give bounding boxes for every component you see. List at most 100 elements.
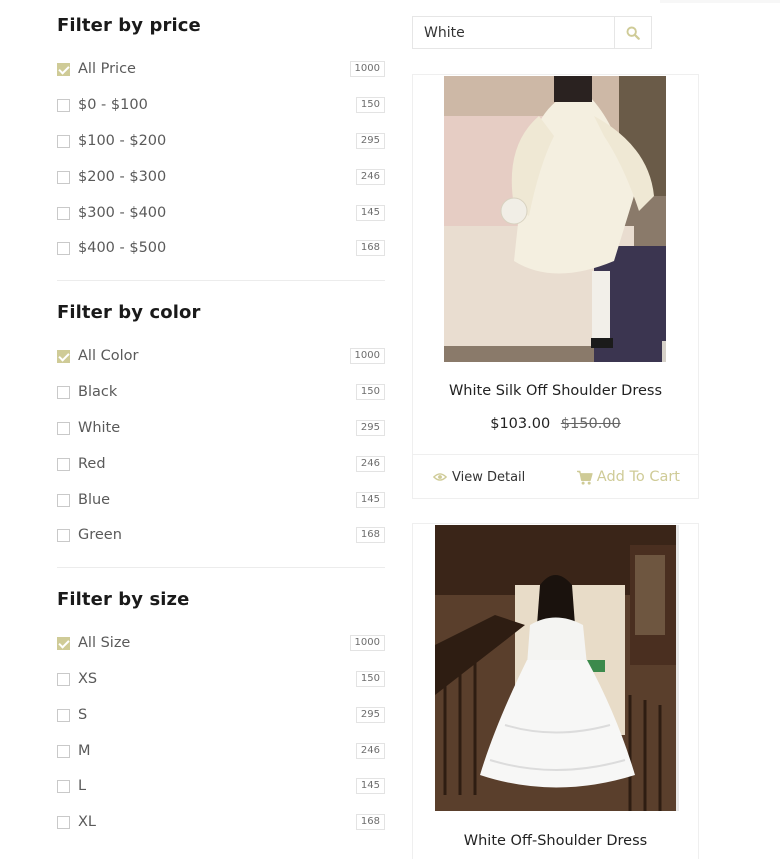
add-to-cart-label: Add To Cart — [596, 469, 680, 485]
count-badge: 168 — [355, 814, 385, 830]
filter-color-white[interactable]: White 295 — [57, 416, 385, 440]
filter-label: XL — [78, 814, 97, 830]
filter-color-green[interactable]: Green 168 — [57, 523, 385, 547]
price-current: $103.00 — [490, 416, 551, 432]
cart-icon — [576, 470, 593, 485]
filter-price-all[interactable]: All Price 1000 — [57, 57, 385, 81]
filter-color-red[interactable]: Red 246 — [57, 452, 385, 476]
filter-price-title: Filter by price — [57, 15, 201, 36]
product-image[interactable] — [444, 76, 666, 362]
count-badge: 150 — [355, 97, 385, 113]
checkbox-checked[interactable] — [57, 62, 70, 76]
filter-label: Red — [78, 456, 106, 472]
count-badge: 168 — [355, 527, 385, 543]
eye-icon — [433, 473, 447, 481]
product-card: White Silk Off Shoulder Dress $103.00 $1… — [412, 74, 699, 499]
divider — [57, 280, 385, 281]
filter-label: $0 - $100 — [78, 97, 148, 113]
count-badge: 145 — [355, 778, 385, 794]
filter-label: L — [78, 778, 87, 794]
checkbox[interactable] — [57, 672, 70, 686]
count-badge: 1000 — [349, 61, 385, 77]
filter-label: $300 - $400 — [78, 205, 167, 221]
count-badge: 1000 — [349, 635, 385, 651]
count-badge: 150 — [355, 671, 385, 687]
filter-color-black[interactable]: Black 150 — [57, 380, 385, 404]
checkbox[interactable] — [57, 421, 70, 435]
checkbox[interactable] — [57, 708, 70, 722]
count-badge: 246 — [355, 743, 385, 759]
count-badge: 246 — [355, 456, 385, 472]
card-actions: View Detail Add To Cart — [413, 454, 698, 499]
checkbox[interactable] — [57, 528, 70, 542]
filter-size-s[interactable]: S 295 — [57, 703, 385, 727]
filter-size-title: Filter by size — [57, 589, 190, 610]
filter-label: All Color — [78, 348, 139, 364]
count-badge: 150 — [355, 384, 385, 400]
checkbox[interactable] — [57, 170, 70, 184]
filter-color-all[interactable]: All Color 1000 — [57, 344, 385, 368]
count-badge: 246 — [355, 169, 385, 185]
filter-size-m[interactable]: M 246 — [57, 739, 385, 763]
checkbox[interactable] — [57, 385, 70, 399]
filter-size-xs[interactable]: XS 150 — [57, 667, 385, 691]
filter-size-l[interactable]: L 145 — [57, 774, 385, 798]
checkbox[interactable] — [57, 744, 70, 758]
filter-size-all[interactable]: All Size 1000 — [57, 631, 385, 655]
filter-label: All Size — [78, 635, 131, 651]
view-detail-link[interactable]: View Detail — [433, 470, 525, 485]
filter-label: White — [78, 420, 121, 436]
search-bar — [412, 16, 652, 49]
product-title[interactable]: White Off-Shoulder Dress — [413, 833, 698, 849]
price-original: $150.00 — [560, 416, 621, 432]
checkbox[interactable] — [57, 493, 70, 507]
filter-price-200-300[interactable]: $200 - $300 246 — [57, 165, 385, 189]
product-photo-illustration — [435, 525, 679, 811]
count-badge: 168 — [355, 240, 385, 256]
filter-price-0-100[interactable]: $0 - $100 150 — [57, 93, 385, 117]
count-badge: 145 — [355, 205, 385, 221]
filter-label: $200 - $300 — [78, 169, 167, 185]
product-photo-illustration — [444, 76, 666, 362]
filter-price-300-400[interactable]: $300 - $400 145 — [57, 201, 385, 225]
count-badge: 295 — [355, 707, 385, 723]
checkbox[interactable] — [57, 98, 70, 112]
filter-label: $100 - $200 — [78, 133, 167, 149]
search-button[interactable] — [614, 17, 651, 48]
checkbox[interactable] — [57, 815, 70, 829]
filter-label: S — [78, 707, 88, 723]
filter-label: Green — [78, 527, 122, 543]
search-input[interactable] — [413, 17, 614, 48]
checkbox[interactable] — [57, 134, 70, 148]
filter-price-100-200[interactable]: $100 - $200 295 — [57, 129, 385, 153]
add-to-cart-button[interactable]: Add To Cart — [576, 469, 680, 485]
checkbox[interactable] — [57, 779, 70, 793]
filter-label: $400 - $500 — [78, 240, 167, 256]
filter-label: XS — [78, 671, 98, 687]
header-edge — [660, 0, 780, 3]
count-badge: 1000 — [349, 348, 385, 364]
price-row: $103.00 $150.00 — [413, 416, 698, 432]
filter-color-blue[interactable]: Blue 145 — [57, 488, 385, 512]
filter-price-400-500[interactable]: $400 - $500 168 — [57, 236, 385, 260]
search-icon — [626, 26, 640, 40]
filter-label: All Price — [78, 61, 136, 77]
count-badge: 145 — [355, 492, 385, 508]
filter-label: Black — [78, 384, 118, 400]
checkbox-checked[interactable] — [57, 349, 70, 363]
checkbox[interactable] — [57, 206, 70, 220]
count-badge: 295 — [355, 133, 385, 149]
count-badge: 295 — [355, 420, 385, 436]
filter-label: M — [78, 743, 91, 759]
checkbox-checked[interactable] — [57, 636, 70, 650]
divider — [57, 567, 385, 568]
filter-label: Blue — [78, 492, 111, 508]
product-image[interactable] — [435, 525, 679, 811]
filter-color-title: Filter by color — [57, 302, 201, 323]
filter-size-xl[interactable]: XL 168 — [57, 810, 385, 834]
view-detail-label: View Detail — [452, 469, 526, 485]
product-title[interactable]: White Silk Off Shoulder Dress — [413, 383, 698, 399]
checkbox[interactable] — [57, 457, 70, 471]
checkbox[interactable] — [57, 241, 70, 255]
product-card: White Off-Shoulder Dress — [412, 523, 699, 859]
